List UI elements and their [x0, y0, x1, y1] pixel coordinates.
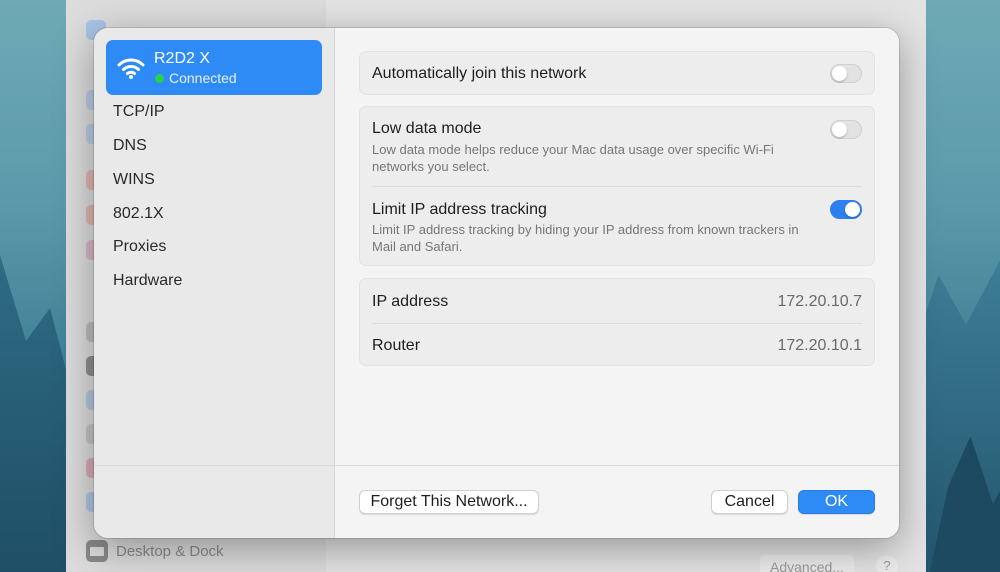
- ip-address-label: IP address: [372, 293, 449, 310]
- auto-join-group: Automatically join this network: [359, 51, 875, 95]
- dialog-content: Automatically join this network Low data…: [335, 28, 899, 538]
- sidebar-item-wins[interactable]: WINS: [113, 171, 155, 189]
- sidebar-item-desktop-dock[interactable]: Desktop & Dock: [86, 540, 224, 562]
- row-divider: [372, 186, 862, 187]
- toggle-knob: [845, 202, 860, 217]
- wifi-details-dialog: R2D2 X Connected TCP/IP DNS WINS 802.1X …: [94, 28, 899, 538]
- sidebar-item-proxies[interactable]: Proxies: [113, 238, 166, 256]
- advanced-button[interactable]: Advanced...: [760, 555, 854, 572]
- sidebar-item-dns[interactable]: DNS: [113, 137, 147, 155]
- toggle-knob: [832, 66, 847, 81]
- sidebar-item-label: Desktop & Dock: [116, 542, 224, 560]
- ip-address-value: 172.20.10.7: [777, 293, 862, 310]
- network-name: R2D2 X: [154, 50, 211, 67]
- dialog-sidebar: R2D2 X Connected TCP/IP DNS WINS 802.1X …: [94, 28, 335, 538]
- connected-status-dot: [155, 74, 164, 83]
- limit-ip-tracking-description: Limit IP address tracking by hiding your…: [372, 222, 799, 254]
- sidebar-item-tcpip[interactable]: TCP/IP: [113, 103, 165, 121]
- network-card-selected[interactable]: R2D2 X Connected: [106, 40, 322, 95]
- limit-ip-tracking-label: Limit IP address tracking: [372, 201, 547, 218]
- cancel-button[interactable]: Cancel: [711, 490, 788, 514]
- limit-ip-tracking-toggle[interactable]: [830, 200, 862, 219]
- router-value: 172.20.10.1: [777, 337, 862, 354]
- privacy-settings-group: Low data mode Low data mode helps reduce…: [359, 106, 875, 266]
- auto-join-toggle[interactable]: [830, 64, 862, 83]
- help-button[interactable]: ?: [876, 555, 898, 572]
- toggle-knob: [832, 122, 847, 137]
- sidebar-item-8021x[interactable]: 802.1X: [113, 205, 164, 223]
- sidebar-item-hardware[interactable]: Hardware: [113, 272, 182, 290]
- ok-button[interactable]: OK: [798, 490, 875, 514]
- network-info-group: IP address 172.20.10.7 Router 172.20.10.…: [359, 278, 875, 366]
- router-label: Router: [372, 337, 421, 354]
- auto-join-label: Automatically join this network: [372, 65, 587, 82]
- forget-network-button[interactable]: Forget This Network...: [359, 490, 539, 514]
- network-status: Connected: [169, 70, 237, 86]
- low-data-mode-label: Low data mode: [372, 120, 482, 137]
- desktop-dock-icon: [86, 540, 108, 562]
- footer-divider: [94, 465, 899, 466]
- low-data-mode-description: Low data mode helps reduce your Mac data…: [372, 142, 774, 174]
- low-data-mode-toggle[interactable]: [830, 120, 862, 139]
- wifi-icon: [117, 58, 145, 79]
- row-divider: [372, 323, 862, 324]
